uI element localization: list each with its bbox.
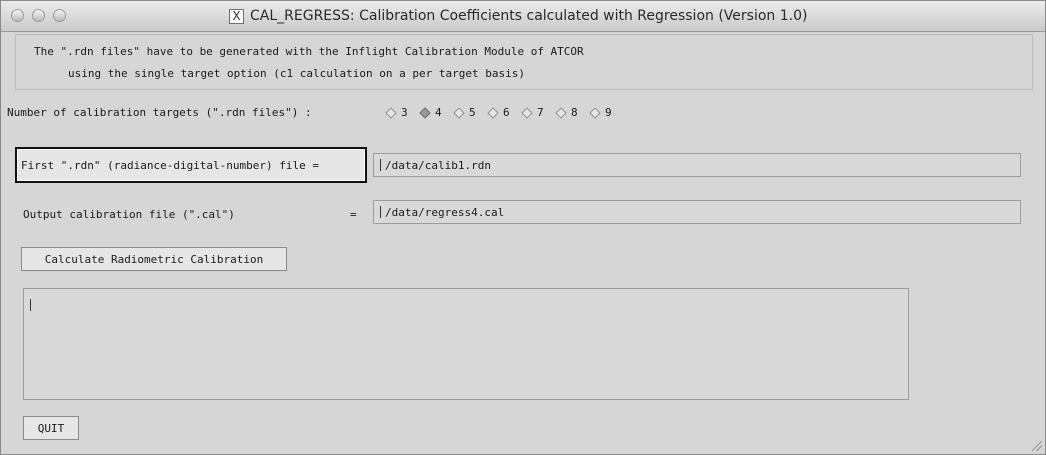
output-file-label: Output calibration file (".cal") [23,208,235,221]
target-option-9[interactable]: 9 [589,106,612,119]
target-option-label: 9 [605,106,612,119]
targets-label: Number of calibration targets (".rdn fil… [7,106,312,119]
calculate-button-label: Calculate Radiometric Calibration [44,252,264,266]
target-option-label: 4 [435,106,442,119]
quit-button-label: QUIT [37,421,65,435]
radio-unselected-icon [385,106,397,119]
target-option-3[interactable]: 3 [385,106,408,119]
output-file-equals: = [350,208,357,221]
intro-line-1: The ".rdn files" have to be generated wi… [34,45,584,58]
title-bar[interactable]: X CAL_REGRESS: Calibration Coefficients … [1,1,1045,32]
intro-panel: The ".rdn files" have to be generated wi… [15,34,1033,90]
target-option-6[interactable]: 6 [487,106,510,119]
radio-selected-icon [419,106,431,119]
radio-unselected-icon [589,106,601,119]
first-rdn-file-value: /data/calib1.rdn [385,158,491,172]
target-option-4[interactable]: 4 [419,106,442,119]
window-title-group: X CAL_REGRESS: Calibration Coefficients … [229,6,807,26]
first-rdn-file-field[interactable]: /data/calib1.rdn [373,153,1021,177]
text-cursor-icon [30,299,33,311]
text-cursor-icon [380,206,383,218]
output-calibration-file-field[interactable]: /data/regress4.cal [373,200,1021,224]
resize-grip-icon[interactable] [1032,441,1042,451]
first-rdn-file-label: First ".rdn" (radiance-digital-number) f… [21,158,320,172]
target-option-5[interactable]: 5 [453,106,476,119]
window-title: CAL_REGRESS: Calibration Coefficients ca… [250,8,808,24]
zoom-window-icon[interactable] [53,9,66,22]
text-cursor-icon [380,159,383,171]
target-option-8[interactable]: 8 [555,106,578,119]
calculate-radiometric-calibration-button[interactable]: Calculate Radiometric Calibration [21,247,287,271]
main-content: The ".rdn files" have to be generated wi… [1,32,1045,454]
x11-icon: X [229,8,244,24]
target-option-label: 8 [571,106,578,119]
first-rdn-file-button[interactable]: First ".rdn" (radiance-digital-number) f… [15,147,367,183]
target-option-label: 3 [401,106,408,119]
target-option-label: 7 [537,106,544,119]
close-window-icon[interactable] [11,9,24,22]
target-option-label: 5 [469,106,476,119]
target-option-7[interactable]: 7 [521,106,544,119]
target-option-label: 6 [503,106,510,119]
output-calibration-file-value: /data/regress4.cal [385,205,505,219]
intro-line-2: using the single target option (c1 calcu… [68,67,525,80]
quit-button[interactable]: QUIT [23,416,79,440]
radio-unselected-icon [487,106,499,119]
output-log-textarea[interactable] [23,288,909,400]
radio-unselected-icon [453,106,465,119]
application-window: X CAL_REGRESS: Calibration Coefficients … [0,0,1046,455]
radio-unselected-icon [521,106,533,119]
minimize-window-icon[interactable] [32,9,45,22]
radio-unselected-icon [555,106,567,119]
